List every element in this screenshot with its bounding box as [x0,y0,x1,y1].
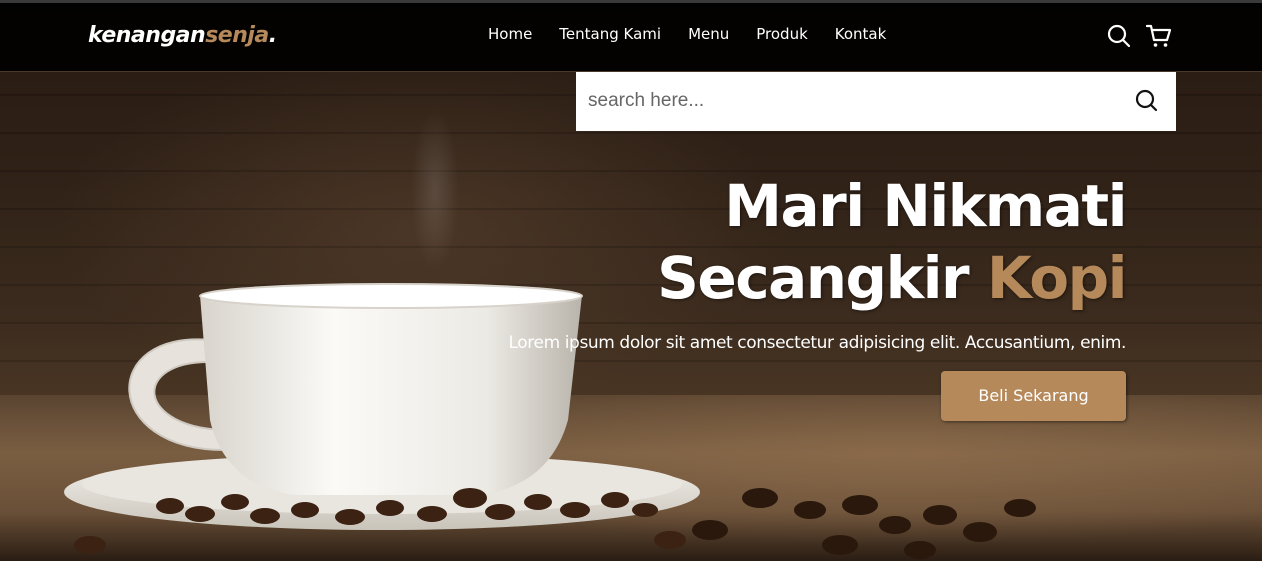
headline-line1: Mari Nikmati [724,172,1127,240]
navbar: kenangansenja. Home Tentang Kami Menu Pr… [0,3,1262,72]
nav-link-tentang-kami[interactable]: Tentang Kami [559,25,661,43]
nav-link-kontak[interactable]: Kontak [835,25,887,43]
headline-accent: Kopi [986,244,1128,312]
hero-content: Mari Nikmati Secangkir Kopi Lorem ipsum … [506,170,1128,421]
buy-now-button[interactable]: Beli Sekarang [941,371,1126,421]
nav-icons [1106,23,1172,49]
coffee-beans-image [692,488,1036,559]
nav-link-menu[interactable]: Menu [688,25,729,43]
search-submit-icon[interactable] [1134,88,1160,114]
cart-icon[interactable] [1145,23,1172,49]
search-icon[interactable] [1106,23,1132,49]
hero-description: Lorem ipsum dolor sit amet consectetur a… [508,333,1127,353]
search-form [576,72,1176,131]
hero-steam [400,90,470,300]
search-input[interactable] [588,86,1118,116]
brand-name-part1: kenangan [88,23,206,48]
hero-headline: Mari Nikmati Secangkir Kopi [506,170,1128,314]
nav-menu: Home Tentang Kami Menu Produk Kontak [488,25,913,43]
brand-logo[interactable]: kenangansenja. [88,23,277,48]
nav-link-produk[interactable]: Produk [756,25,808,43]
nav-link-home[interactable]: Home [488,25,532,43]
brand-name-part2: senja [205,23,269,48]
brand-dot: . [268,23,277,48]
headline-line2: Secangkir [657,244,987,312]
